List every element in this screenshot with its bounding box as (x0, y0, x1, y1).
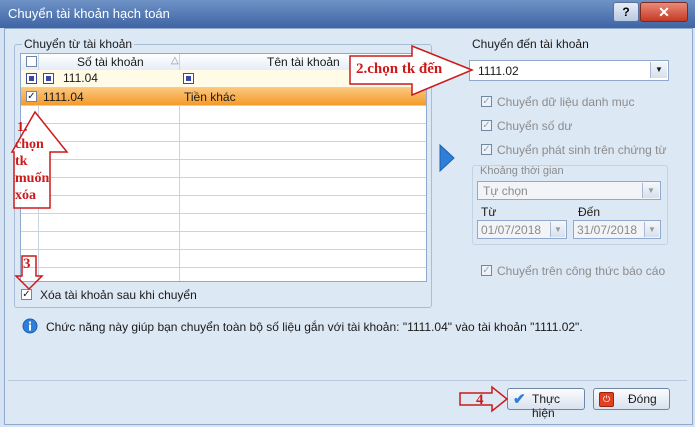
annotation-step1-line: muốn (15, 171, 50, 186)
annotation-arrows (10, 44, 509, 413)
annotation-step1-line: xóa (15, 188, 36, 203)
annotation-step1-line: tk (15, 154, 28, 169)
annotation-step4: 4 (476, 392, 484, 408)
annotation-step1-line: chọn (15, 137, 44, 152)
annotation-step3: 3 (23, 256, 31, 272)
annotation-step2: 2.chọn tk đến (356, 61, 443, 77)
annotation-step1-line: 1. (17, 120, 28, 135)
